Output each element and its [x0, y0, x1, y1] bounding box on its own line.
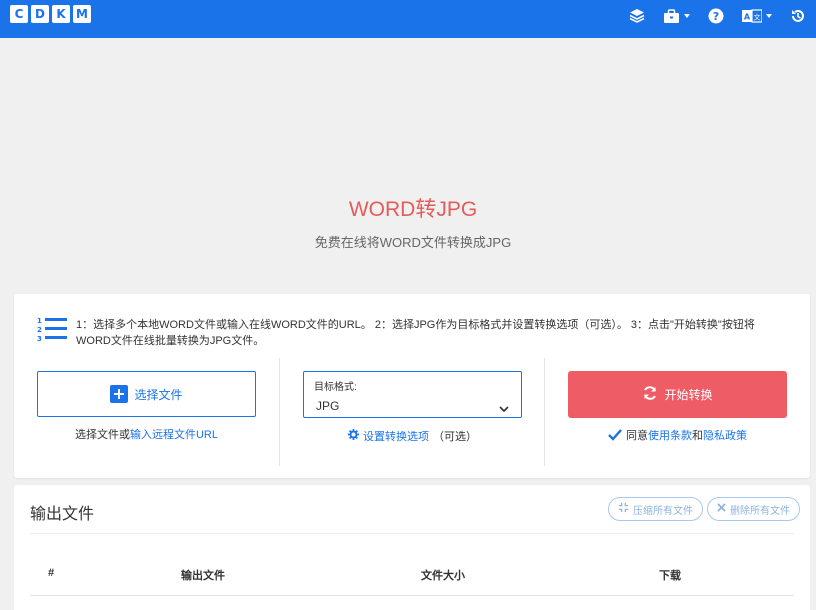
layers-icon[interactable]	[629, 8, 645, 24]
logo-letter: C	[10, 5, 28, 23]
compress-all-label: 压缩所有文件	[633, 505, 693, 517]
language-menu[interactable]: A文	[742, 9, 772, 23]
start-conversion-button[interactable]: 开始转换	[568, 371, 787, 418]
toolbox-icon	[664, 8, 679, 23]
target-format-select[interactable]: 目标格式: JPG	[303, 371, 522, 418]
checkmark-icon	[608, 429, 622, 441]
page-subtitle: 免费在线将WORD文件转换成JPG	[314, 235, 512, 250]
svg-text:2: 2	[37, 326, 42, 334]
plus-icon	[110, 385, 129, 403]
logo-letter: M	[73, 5, 91, 23]
upload-help: 选择文件或输入远程文件URL	[37, 426, 256, 442]
svg-text:1: 1	[37, 317, 42, 325]
chevron-down-icon	[684, 14, 690, 18]
column-divider	[544, 358, 545, 466]
top-navbar: C D K M ? A文	[0, 0, 816, 38]
column-header-file-size: 文件大小	[421, 570, 465, 582]
compress-all-button[interactable]: 压缩所有文件	[608, 497, 703, 521]
language-icon: A文	[742, 9, 762, 23]
logo-letter: D	[31, 5, 49, 23]
and-text: 和	[692, 430, 703, 442]
column-header-download: 下载	[659, 570, 681, 582]
logo-letter: K	[52, 5, 70, 23]
conversion-settings: 设置转换选项 （可选）	[303, 428, 522, 444]
column-header-index: #	[48, 567, 55, 579]
optional-note: （可选）	[433, 431, 477, 443]
history-icon[interactable]	[790, 8, 806, 24]
divider	[30, 533, 794, 534]
svg-text:A: A	[744, 13, 751, 22]
site-logo[interactable]: C D K M	[10, 5, 91, 23]
column-divider	[279, 358, 280, 466]
chevron-down-icon	[499, 400, 509, 418]
table-header-divider	[30, 595, 794, 596]
refresh-icon	[642, 385, 658, 404]
gear-icon	[348, 429, 359, 443]
delete-all-label: 删除所有文件	[730, 505, 790, 517]
svg-text:3: 3	[37, 335, 42, 343]
target-format-label: 目标格式:	[314, 382, 357, 393]
column-header-output-file: 输出文件	[181, 570, 225, 582]
privacy-link[interactable]: 隐私政策	[703, 430, 747, 442]
target-format-value: JPG	[316, 399, 340, 413]
terms-link[interactable]: 使用条款	[648, 430, 692, 442]
close-icon	[717, 503, 726, 515]
conversion-settings-link[interactable]: 设置转换选项	[363, 428, 429, 444]
output-panel: 输出文件 压缩所有文件 删除所有文件 # 输出文件 文件大小 下载	[14, 485, 810, 610]
help-icon[interactable]: ?	[708, 8, 724, 24]
delete-all-button[interactable]: 删除所有文件	[707, 497, 800, 521]
instructions-text: 1：选择多个本地WORD文件或输入在线WORD文件的URL。 2：选择JPG作为…	[76, 319, 755, 347]
output-title: 输出文件	[30, 506, 95, 523]
svg-text:?: ?	[713, 10, 719, 23]
remote-url-link[interactable]: 输入远程文件URL	[130, 429, 218, 441]
choose-file-button[interactable]: 选择文件	[37, 371, 256, 417]
toolbox-menu[interactable]	[663, 8, 690, 24]
agree-checkbox[interactable]	[608, 428, 622, 442]
upload-help-text: 选择文件或	[74, 429, 130, 441]
start-conversion-label: 开始转换	[664, 388, 713, 402]
conversion-panel: 1 2 3 1：选择多个本地WORD文件或输入在线WORD文件的URL。 2：选…	[14, 294, 810, 478]
terms-agreement: 同意使用条款和隐私政策	[568, 427, 787, 443]
agree-text: 同意	[626, 430, 648, 442]
compress-icon	[618, 502, 629, 516]
chevron-down-icon	[766, 14, 772, 18]
choose-file-label: 选择文件	[134, 387, 183, 402]
svg-text:文: 文	[754, 13, 761, 22]
page-title: WORD转JPG	[348, 198, 478, 221]
numbered-list-icon: 1 2 3	[36, 315, 68, 350]
